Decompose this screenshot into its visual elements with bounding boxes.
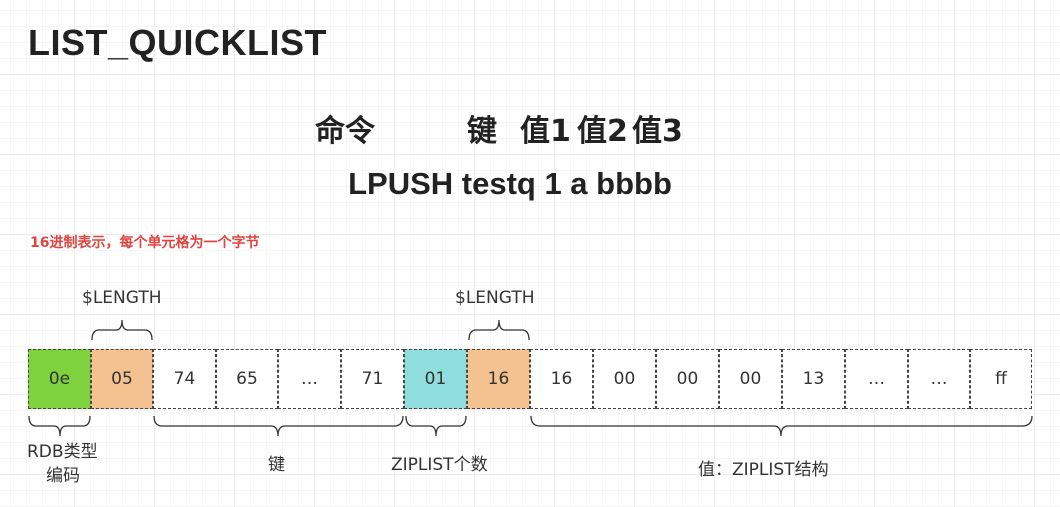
command-line: LPUSH testq 1 a bbbb <box>348 166 672 201</box>
length-brace-1 <box>91 319 153 341</box>
byte-cell: 01 <box>404 349 467 409</box>
header-command: 命令 <box>315 114 375 149</box>
rdb-type-brace <box>28 415 91 437</box>
byte-cell: 16 <box>530 349 593 409</box>
byte-cell: 00 <box>656 349 719 409</box>
length-label-1: $LENGTH <box>82 288 162 308</box>
byte-cell: … <box>845 349 908 409</box>
length-brace-2 <box>468 319 530 341</box>
rdb-type-label-line2: 编码 <box>46 466 80 486</box>
ziplist-count-label: ZIPLIST个数 <box>391 455 488 475</box>
byte-cell: 00 <box>719 349 782 409</box>
header-value-1: 值1 <box>520 114 571 149</box>
byte-cell: ff <box>970 349 1032 409</box>
value-struct-label: 值：ZIPLIST结构 <box>698 460 829 480</box>
diagram-title: LIST_QUICKLIST <box>28 22 328 63</box>
header-value-3: 值3 <box>632 114 683 149</box>
length-label-2: $LENGTH <box>455 288 535 308</box>
byte-cell: … <box>278 349 341 409</box>
byte-cell: 16 <box>467 349 530 409</box>
key-label: 键 <box>268 455 285 475</box>
key-brace <box>153 415 404 437</box>
rdb-type-label-line1: RDB类型 <box>27 442 98 462</box>
hex-note: 16进制表示，每个单元格为一个字节 <box>30 235 260 251</box>
byte-cell: 0e <box>28 349 91 409</box>
header-value-2: 值2 <box>577 114 628 149</box>
byte-cell: 65 <box>216 349 278 409</box>
byte-cell: … <box>908 349 970 409</box>
byte-cell: 00 <box>593 349 656 409</box>
header-key: 键 <box>467 114 497 149</box>
byte-cell: 71 <box>341 349 404 409</box>
value-brace <box>530 415 1033 437</box>
ziplist-count-brace <box>405 415 467 437</box>
byte-cell: 05 <box>91 349 153 409</box>
byte-cell: 13 <box>782 349 845 409</box>
byte-cell: 74 <box>153 349 216 409</box>
